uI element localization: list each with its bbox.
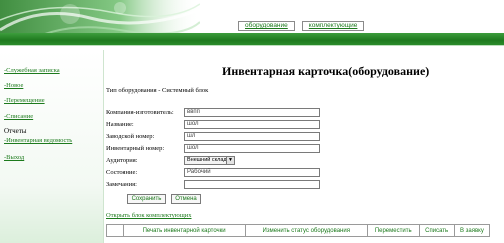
chevron-down-icon[interactable]: ▼ xyxy=(226,157,234,164)
save-button[interactable]: Сохранить xyxy=(127,194,166,204)
writeoff-action[interactable]: Списать xyxy=(418,224,455,237)
serial-number-label: Заводской номер: xyxy=(106,133,155,140)
sidebar-item-exit[interactable]: -Выход xyxy=(4,154,24,161)
sidebar-item-new[interactable]: -Новое xyxy=(4,82,23,89)
sidebar-item-inventory-list[interactable]: -Инвентарная ведомость xyxy=(4,137,72,144)
sidebar-item-transfer[interactable]: -Перемещение xyxy=(4,97,45,104)
room-select[interactable]: Внешний склад ▼ xyxy=(184,156,235,165)
serial-number-field[interactable]: шл xyxy=(184,132,320,141)
change-status-action[interactable]: Изменить статус оборудования xyxy=(244,224,368,237)
cancel-button[interactable]: Отмена xyxy=(171,194,201,204)
notes-field[interactable] xyxy=(184,180,320,189)
name-label: Название: xyxy=(106,121,134,128)
open-components-link[interactable]: Открыть блок комплектующих xyxy=(106,212,192,219)
manufacturer-label: Компания-изготовитель: xyxy=(106,109,174,116)
inventory-number-label: Инвентарный номер: xyxy=(106,145,165,152)
action-bar: Печать инвентарной карточки Изменить ста… xyxy=(106,224,491,237)
sidebar-reports-title: Отчеты xyxy=(4,127,27,135)
sidebar-item-memo[interactable]: -Служебная записка xyxy=(4,67,60,74)
tab-equipment[interactable]: оборудование xyxy=(238,21,295,31)
room-label: Аудитория: xyxy=(106,157,138,164)
page-title: Инвентарная карточка(оборудование) xyxy=(222,64,430,78)
header: оборудование комплектующие xyxy=(0,0,504,46)
action-spacer xyxy=(106,224,124,237)
add-to-request-action[interactable]: В заявку xyxy=(453,224,491,237)
name-field[interactable]: шол xyxy=(184,120,320,129)
status-field[interactable]: Рабочий xyxy=(184,168,320,177)
sidebar: -Служебная записка -Новое -Перемещение -… xyxy=(0,50,104,243)
tab-components[interactable]: комплектующие xyxy=(301,21,365,31)
equipment-type: Тип оборудования - Системный блок xyxy=(106,87,209,94)
notes-label: Замечания: xyxy=(106,181,137,188)
inventory-number-field[interactable]: шол xyxy=(184,144,320,153)
status-label: Состояние: xyxy=(106,169,138,176)
manufacturer-field[interactable]: ввпп xyxy=(184,108,320,117)
top-nav: оборудование комплектующие xyxy=(238,21,365,31)
move-action[interactable]: Переместить xyxy=(366,224,420,237)
print-card-action[interactable]: Печать инвентарной карточки xyxy=(122,224,246,237)
sidebar-item-writeoff[interactable]: -Списание xyxy=(4,113,33,120)
room-select-value: Внешний склад xyxy=(187,157,227,163)
header-divider xyxy=(0,45,504,46)
